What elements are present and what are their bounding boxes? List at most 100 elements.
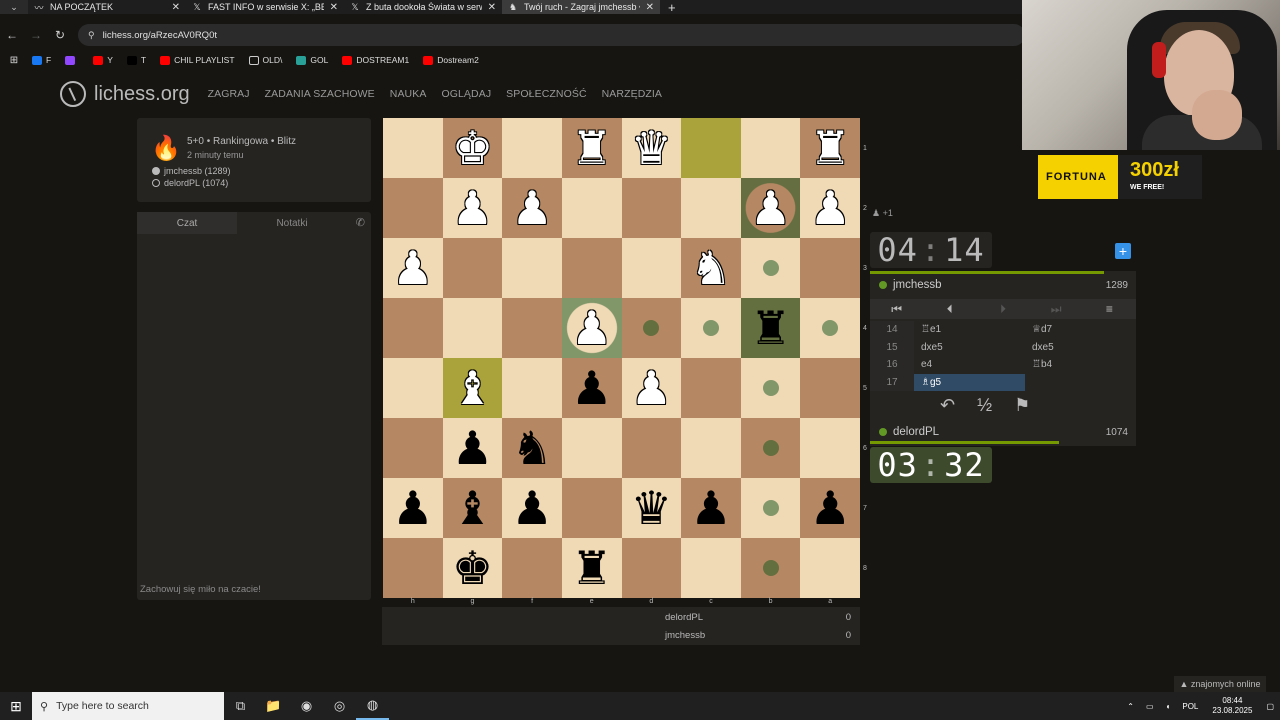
add-time-button[interactable]: + [1115, 243, 1131, 259]
white-move[interactable]: ♗g5 [914, 373, 1025, 391]
board-square[interactable] [800, 238, 860, 298]
board-square[interactable] [621, 238, 682, 298]
board-square[interactable] [442, 238, 503, 298]
black-king-icon[interactable]: ♚ [452, 545, 493, 591]
board-square[interactable] [383, 118, 443, 178]
black-pawn-icon[interactable]: ♟ [392, 485, 433, 531]
board-square[interactable]: ♟ [740, 178, 801, 238]
url-field[interactable]: ⚲ lichess.org/aRzecAV0RQ0t [78, 24, 1025, 46]
white-pawn-icon[interactable]: ♟ [511, 185, 552, 231]
bookmark-item[interactable]: Dostream2 [423, 55, 479, 65]
white-pawn-icon[interactable]: ♟ [810, 185, 851, 231]
close-tab-icon[interactable]: ✕ [172, 2, 180, 13]
back-button[interactable]: ← [0, 28, 24, 42]
board-square[interactable] [502, 238, 562, 298]
app-icon[interactable]: ◎ [323, 692, 356, 720]
browser-tab[interactable]: 𝕏 Z buta dookoła Świata w serwis ✕ [344, 0, 502, 14]
notifications-icon[interactable]: ▢ [1266, 702, 1274, 711]
white-pawn-icon[interactable]: ♟ [571, 305, 612, 351]
next-move-icon[interactable]: ⏵ [976, 302, 1029, 317]
board-square[interactable] [800, 358, 860, 418]
black-pawn-icon[interactable]: ♟ [690, 485, 731, 531]
board-square[interactable] [621, 298, 682, 358]
white-bishop-icon[interactable]: ♝ [452, 365, 493, 411]
board-square[interactable]: ♜ [561, 118, 622, 178]
board-square[interactable]: ♜ [561, 538, 622, 598]
board-square[interactable] [502, 118, 562, 178]
board-square[interactable] [561, 238, 622, 298]
nav-item[interactable]: SPOŁECZNOŚĆ [506, 88, 586, 100]
board-square[interactable] [740, 538, 801, 598]
legal-move-dot[interactable] [822, 320, 839, 336]
board-square[interactable] [681, 298, 741, 358]
legal-move-dot[interactable] [702, 320, 719, 336]
white-move[interactable]: e4 [914, 356, 1025, 374]
board-square[interactable] [383, 418, 443, 478]
tab-chat[interactable]: Czat [137, 212, 237, 234]
black-player-info[interactable]: delordPL (1074) [152, 178, 228, 188]
white-move[interactable]: dxe5 [914, 339, 1025, 357]
taskbar-clock[interactable]: 08:44 23.08.2025 [1212, 696, 1252, 716]
board-square[interactable] [502, 538, 562, 598]
board-square[interactable] [800, 418, 860, 478]
board-square[interactable]: ♞ [681, 238, 741, 298]
taskbar-search[interactable]: ⚲ Type here to search [32, 692, 224, 720]
board-square[interactable]: ♟ [502, 178, 562, 238]
menu-icon[interactable]: ≡ [1083, 302, 1136, 316]
legal-move-dot[interactable] [762, 440, 779, 456]
bookmark-item[interactable]: DOSTREAM1 [342, 55, 409, 65]
board-square[interactable] [561, 178, 622, 238]
white-queen-icon[interactable]: ♛ [631, 125, 672, 171]
white-pawn-icon[interactable]: ♟ [750, 185, 791, 231]
board-square[interactable]: ♟ [800, 478, 860, 538]
voice-chat-icon[interactable]: ✆ [356, 216, 365, 229]
bookmark-item[interactable]: CHIL PLAYLIST [160, 55, 235, 65]
nav-item[interactable]: ZAGRAJ [208, 88, 250, 100]
board-square[interactable]: ♟ [502, 478, 562, 538]
board-square[interactable]: ♚ [442, 538, 503, 598]
forward-button[interactable]: → [24, 28, 48, 42]
white-move[interactable]: ♖e1 [914, 321, 1025, 339]
chrome-icon[interactable]: ◍ [356, 692, 389, 720]
chess-board[interactable]: ♚ ♜ ♛ ♜ ♟ ♟ ♟ ♟ ♟ ♞ ♟ ♜ ♝ ♟ ♟ ♟ ♞ ♟ ♝ ♟ ♛ ♟ ♟ ♚ ♜ [383, 118, 860, 598]
board-square[interactable] [561, 418, 622, 478]
black-pawn-icon[interactable]: ♟ [511, 485, 552, 531]
board-square[interactable] [800, 298, 860, 358]
black-bishop-icon[interactable]: ♝ [452, 485, 493, 531]
board-square[interactable] [502, 298, 562, 358]
last-move-icon[interactable]: ⏭ [1030, 302, 1083, 317]
board-square[interactable] [383, 298, 443, 358]
legal-move-dot[interactable] [762, 380, 779, 396]
bookmark-item[interactable]: GOL [296, 55, 328, 65]
top-player-name[interactable]: jmchessb [893, 279, 942, 291]
board-square[interactable] [740, 118, 801, 178]
language-indicator[interactable]: POL [1182, 702, 1198, 711]
tray-chevron-icon[interactable]: ⌃ [1127, 702, 1134, 711]
white-king-icon[interactable]: ♚ [452, 125, 493, 171]
board-square[interactable] [383, 358, 443, 418]
board-square[interactable] [621, 178, 682, 238]
board-square[interactable] [502, 358, 562, 418]
bookmark-item[interactable]: OLD\ [248, 55, 282, 65]
black-move[interactable]: dxe5 [1025, 339, 1136, 357]
white-rook-icon[interactable]: ♜ [571, 125, 612, 171]
legal-move-dot[interactable] [643, 320, 660, 336]
black-move[interactable]: ♖b4 [1025, 356, 1136, 374]
app-icon[interactable]: ◉ [290, 692, 323, 720]
white-pawn-icon[interactable]: ♟ [392, 245, 433, 291]
board-square[interactable] [740, 238, 801, 298]
board-square[interactable]: ♟ [383, 238, 443, 298]
board-square[interactable]: ♟ [442, 418, 503, 478]
task-view-icon[interactable]: ⧉ [224, 692, 257, 720]
white-knight-icon[interactable]: ♞ [690, 245, 731, 291]
board-square[interactable]: ♜ [800, 118, 860, 178]
file-explorer-icon[interactable]: 📁 [257, 692, 290, 720]
friends-online-button[interactable]: ▲ znajomych online [1174, 676, 1266, 692]
white-pawn-icon[interactable]: ♟ [631, 365, 672, 411]
nav-item[interactable]: OGLĄDAJ [441, 88, 491, 100]
tab-search-button[interactable]: ⌄ [0, 0, 28, 14]
board-square[interactable] [681, 178, 741, 238]
browser-tab[interactable]: ♞ Twój ruch - Zagraj jmchessb • li ✕ [502, 0, 660, 14]
nav-item[interactable]: ZADANIA SZACHOWE [265, 88, 375, 100]
reload-button[interactable]: ↻ [48, 28, 72, 42]
